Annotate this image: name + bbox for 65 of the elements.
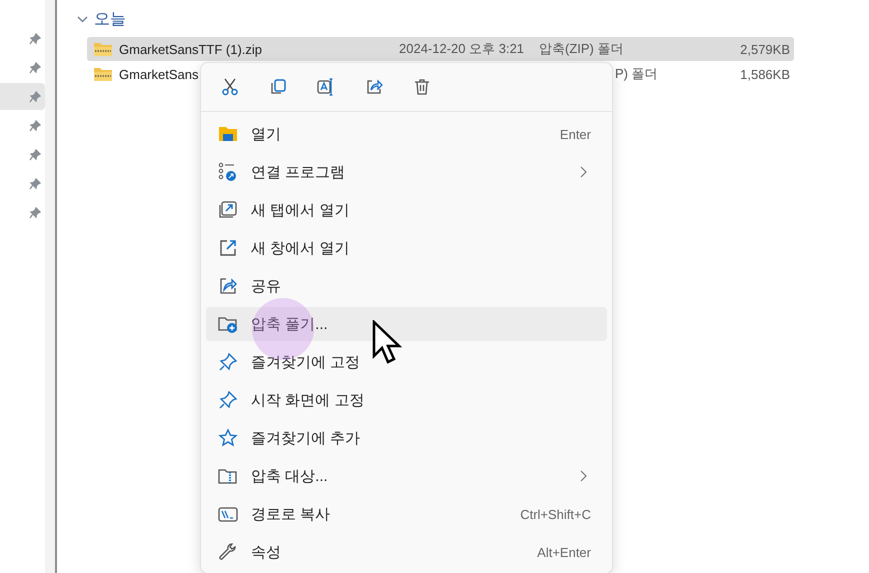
zip-folder-icon — [93, 66, 113, 82]
menu-item-label: 압축 대상... — [251, 466, 328, 486]
trash-icon — [413, 78, 431, 96]
share-icon — [218, 276, 238, 296]
file-row[interactable]: GmarketSansTTF (1).zip 2024-12-20 오후 3:21 압축(ZIP) 폴더 2,579KB — [87, 37, 794, 61]
new-window-icon — [218, 238, 238, 258]
menu-item[interactable]: 경로로 복사 Ctrl+Shift+C — [206, 497, 607, 531]
file-size: 1,586KB — [740, 66, 790, 82]
menu-item-label: 공유 — [251, 276, 281, 296]
menu-item[interactable]: 시작 화면에 고정 — [206, 383, 607, 417]
copy-icon — [269, 78, 287, 96]
menu-item-label: 새 창에서 열기 — [251, 238, 350, 258]
file-name: GmarketSans — [119, 66, 200, 82]
menu-item[interactable]: 즐겨찾기에 고정 — [206, 345, 607, 379]
menu-item[interactable]: 공유 — [206, 269, 607, 303]
chevron-icon — [77, 16, 88, 22]
menu-item-label: 새 탭에서 열기 — [251, 200, 350, 220]
file-type: P) 폴더 — [615, 65, 658, 83]
menu-item-label: 즐겨찾기에 고정 — [251, 352, 360, 372]
share-icon — [365, 78, 383, 96]
pin-icon — [218, 352, 238, 372]
menu-item[interactable]: 속성 Alt+Enter — [206, 535, 607, 569]
shortcut-text: Ctrl+Shift+C — [520, 506, 592, 522]
file-type: 압축(ZIP) 폴더 — [539, 40, 624, 58]
pin-icon — [29, 206, 41, 218]
folder-icon — [218, 124, 238, 144]
menu-item-label: 열기 — [251, 124, 281, 144]
pane-splitter[interactable] — [45, 0, 57, 573]
menu-item[interactable]: 즐겨찾기에 추가 — [206, 421, 607, 455]
menu-item[interactable]: 압축 풀기... — [206, 307, 607, 341]
menu-item-label: 압축 풀기... — [251, 314, 328, 334]
pin-icon — [29, 32, 41, 44]
pin-icon — [29, 178, 41, 190]
shortcut-text: Alt+Enter — [537, 544, 592, 560]
file-size: 2,579KB — [740, 42, 790, 56]
zip-folder-icon — [93, 41, 113, 57]
menu-item[interactable]: 열기 Enter — [206, 117, 607, 151]
menu-item[interactable]: 압축 대상... — [206, 459, 607, 493]
pin-icon — [29, 62, 41, 74]
menu-item[interactable]: 연결 프로그램 — [206, 155, 607, 189]
menu-item-label: 시작 화면에 고정 — [251, 390, 364, 410]
cursor-icon — [372, 320, 402, 364]
group-header[interactable]: 오늘 — [77, 8, 147, 30]
group-title: 오늘 — [94, 10, 126, 30]
pin-icon — [29, 120, 41, 132]
scissors-icon — [221, 78, 239, 96]
menu-item-label: 속성 — [251, 542, 281, 562]
file-row[interactable]: GmarketSans P) 폴더 1,586KB — [87, 62, 794, 86]
apps-icon — [218, 162, 238, 182]
menu-item-label: 연결 프로그램 — [251, 162, 346, 182]
sidebar-item[interactable] — [0, 83, 45, 110]
menu-item[interactable]: 새 탭에서 열기 — [206, 193, 607, 227]
pin-icon — [218, 390, 238, 410]
file-date: 2024-12-20 오후 3:21 — [399, 40, 524, 58]
shortcut-text: Enter — [560, 126, 592, 142]
menu-item-label: 즐겨찾기에 추가 — [251, 428, 360, 448]
rename-icon — [317, 78, 335, 96]
wrench-icon — [218, 542, 238, 562]
pin-icon — [29, 148, 41, 160]
star-icon — [218, 428, 238, 448]
menu-item[interactable]: 새 창에서 열기 — [206, 231, 607, 265]
menu-item-label: 경로로 복사 — [251, 504, 330, 524]
file-name: GmarketSansTTF (1).zip — [119, 42, 264, 56]
new-tab-icon — [218, 200, 238, 220]
pin-icon — [29, 90, 41, 102]
